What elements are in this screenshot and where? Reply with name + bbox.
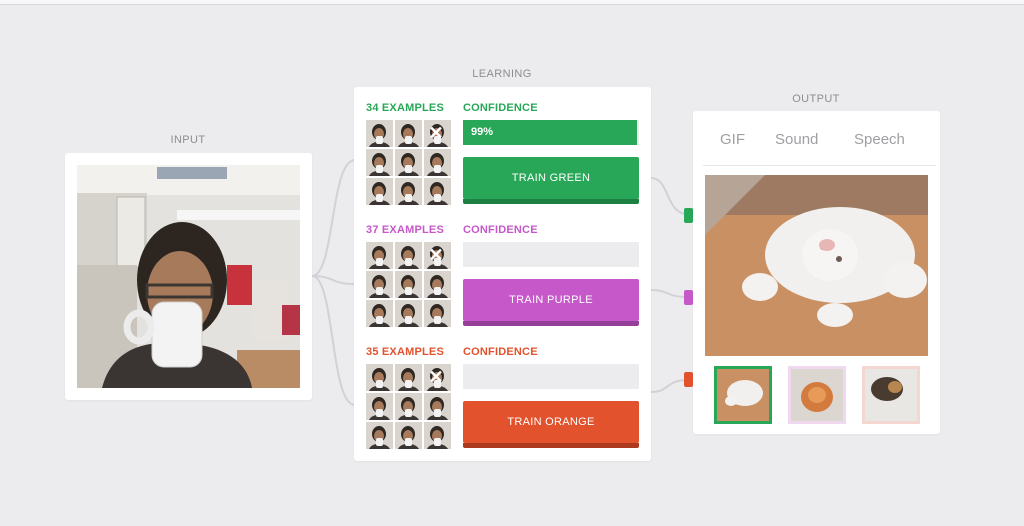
- train-orange-label: TRAIN ORANGE: [507, 416, 595, 428]
- purple-confidence-bar: [463, 242, 639, 267]
- example-thumbnail: [366, 178, 393, 205]
- example-thumbnail: [395, 422, 422, 449]
- tabs-divider: [703, 165, 936, 166]
- example-thumbnail: [366, 242, 393, 269]
- example-thumbnail: [366, 393, 393, 420]
- green-confidence-value: 99%: [471, 126, 494, 138]
- example-thumbnail: [424, 300, 451, 327]
- train-purple-label: TRAIN PURPLE: [509, 294, 593, 306]
- example-thumbnail: [395, 393, 422, 420]
- example-thumbnail: [366, 364, 393, 391]
- train-purple-shadow: [463, 321, 639, 326]
- example-thumbnail: [366, 300, 393, 327]
- train-orange-button[interactable]: TRAIN ORANGE: [463, 401, 639, 448]
- green-confidence-bar: 99%: [463, 120, 639, 145]
- example-thumbnail: [366, 422, 393, 449]
- purple-confidence-label: CONFIDENCE: [463, 224, 538, 236]
- learning-panel: 34 EXAMPLES CONFIDENCE ✕ 99% TRAIN GREEN…: [354, 87, 651, 461]
- green-examples-count: 34 EXAMPLES: [366, 102, 445, 114]
- example-thumbnail: [424, 178, 451, 205]
- orange-examples-count: 35 EXAMPLES: [366, 346, 445, 358]
- example-thumbnail: [424, 149, 451, 176]
- input-section-label: INPUT: [170, 134, 206, 146]
- learning-section-label: LEARNING: [472, 68, 532, 80]
- tab-sound[interactable]: Sound: [775, 131, 818, 148]
- orange-confidence-label: CONFIDENCE: [463, 346, 538, 358]
- train-green-shadow: [463, 199, 639, 204]
- train-green-label: TRAIN GREEN: [511, 172, 591, 184]
- train-green-button[interactable]: TRAIN GREEN: [463, 157, 639, 204]
- tab-gif[interactable]: GIF: [720, 131, 745, 148]
- example-thumbnail: [395, 364, 422, 391]
- example-thumbnail: [424, 393, 451, 420]
- green-connector: [684, 208, 693, 223]
- green-clear-examples-button[interactable]: ✕: [426, 123, 446, 143]
- output-panel: GIF Sound Speech: [693, 111, 940, 434]
- example-thumbnail: [424, 271, 451, 298]
- webcam-feed: [77, 165, 300, 388]
- example-thumbnail: [395, 300, 422, 327]
- orange-connector: [684, 372, 693, 387]
- output-thumb-pomeranian[interactable]: [788, 366, 846, 424]
- example-thumbnail: [395, 242, 422, 269]
- train-purple-button[interactable]: TRAIN PURPLE: [463, 279, 639, 326]
- example-thumbnail: [395, 178, 422, 205]
- example-thumbnail: [424, 422, 451, 449]
- example-thumbnail: [395, 120, 422, 147]
- purple-connector: [684, 290, 693, 305]
- example-thumbnail: [366, 120, 393, 147]
- example-thumbnail: [366, 149, 393, 176]
- example-thumbnail: [395, 271, 422, 298]
- green-confidence-label: CONFIDENCE: [463, 102, 538, 114]
- tab-speech[interactable]: Speech: [854, 131, 905, 148]
- purple-examples-count: 37 EXAMPLES: [366, 224, 445, 236]
- output-gif-preview: [705, 175, 928, 356]
- output-section-label: OUTPUT: [792, 93, 840, 105]
- train-orange-shadow: [463, 443, 639, 448]
- purple-clear-examples-button[interactable]: ✕: [426, 245, 446, 265]
- orange-confidence-bar: [463, 364, 639, 389]
- output-thumb-cat-white[interactable]: [714, 366, 772, 424]
- output-thumb-tortoiseshell-cat[interactable]: [862, 366, 920, 424]
- example-thumbnail: [366, 271, 393, 298]
- example-thumbnail: [395, 149, 422, 176]
- input-panel: [65, 153, 312, 400]
- orange-clear-examples-button[interactable]: ✕: [426, 367, 446, 387]
